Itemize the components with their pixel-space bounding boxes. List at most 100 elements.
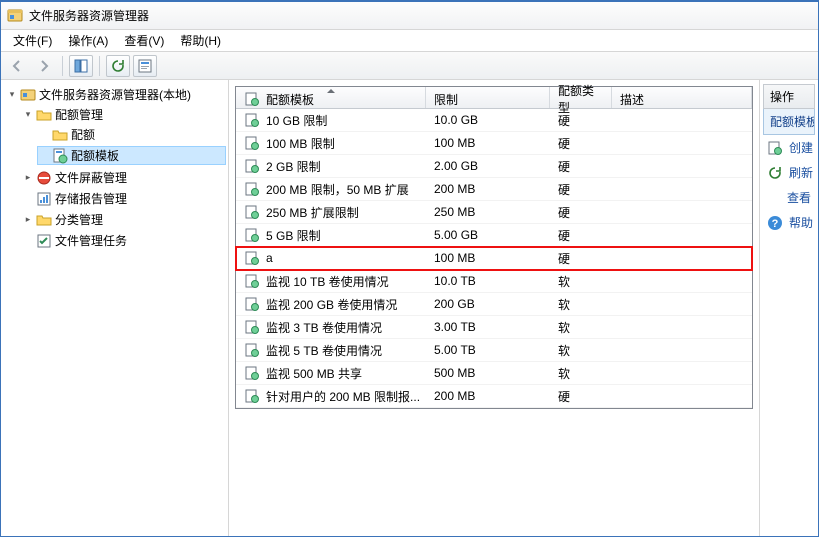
show-tree-button[interactable]: [69, 55, 93, 77]
cell-template: 100 MB 限制: [236, 135, 426, 152]
menu-file[interactable]: 文件(F): [5, 30, 60, 51]
table-row[interactable]: 监视 10 TB 卷使用情况 10.0 TB软: [236, 270, 752, 293]
template-icon: [244, 273, 260, 289]
table-row[interactable]: 监视 5 TB 卷使用情况5.00 TB软: [236, 339, 752, 362]
app-icon: [7, 8, 23, 24]
table-row[interactable]: 监视 500 MB 共享 500 MB软: [236, 362, 752, 385]
table-row[interactable]: 5 GB 限制5.00 GB硬: [236, 224, 752, 247]
template-icon: [244, 112, 260, 128]
template-icon: [244, 227, 260, 243]
fsrm-icon: [20, 87, 36, 103]
cell-type: 软: [550, 342, 612, 359]
cell-text: 针对用户的 200 MB 限制报...: [266, 388, 420, 405]
cell-template: 监视 200 GB 卷使用情况: [236, 296, 426, 313]
action-view[interactable]: 查看: [763, 185, 815, 210]
cell-type: 软: [550, 319, 612, 336]
template-icon: [244, 388, 260, 404]
titlebar: 文件服务器资源管理器: [1, 2, 818, 30]
expand-icon[interactable]: ▸: [23, 214, 33, 225]
tree-label: 配额模板: [71, 147, 119, 164]
tree-label: 文件屏蔽管理: [55, 169, 127, 186]
tree-quota-templates[interactable]: 配额模板: [37, 146, 226, 165]
cell-text: 监视 500 MB 共享: [266, 365, 362, 382]
cell-template: 监视 10 TB 卷使用情况: [236, 273, 426, 290]
cell-limit: 200 MB: [426, 389, 550, 403]
action-refresh[interactable]: 刷新: [763, 160, 815, 185]
col-desc[interactable]: 描述: [612, 87, 752, 108]
table-row[interactable]: 100 MB 限制 100 MB硬: [236, 132, 752, 155]
menu-action[interactable]: 操作(A): [60, 30, 116, 51]
cell-limit: 250 MB: [426, 205, 550, 219]
table-row[interactable]: 200 MB 限制，50 MB 扩展200 MB硬: [236, 178, 752, 201]
tree-quota[interactable]: 配额: [37, 125, 226, 144]
cell-type: 硬: [550, 204, 612, 221]
table-row[interactable]: 2 GB 限制2.00 GB硬: [236, 155, 752, 178]
shield-icon: [36, 170, 52, 186]
list-pane: 配额模板 限制 配额类型 描述 10 GB 限制10.0 GB硬100 MB 限…: [229, 80, 760, 536]
cell-type: 软: [550, 365, 612, 382]
cell-limit: 10.0 TB: [426, 274, 550, 288]
template-icon: [244, 91, 260, 107]
template-icon: [244, 250, 260, 266]
actions-pane: 操作 配额模板 创建 刷新 查看 ? 帮助: [760, 80, 818, 536]
template-icon: [244, 296, 260, 312]
folder-icon: [52, 127, 68, 143]
cell-type: 硬: [550, 135, 612, 152]
folder-icon: [36, 212, 52, 228]
tree-classification[interactable]: ▸ 分类管理: [21, 210, 226, 229]
collapse-icon[interactable]: ▾: [7, 89, 17, 100]
template-icon: [244, 181, 260, 197]
col-type[interactable]: 配额类型: [550, 87, 612, 108]
cell-text: 监视 3 TB 卷使用情况: [266, 319, 382, 336]
cell-type: 软: [550, 273, 612, 290]
collapse-icon[interactable]: ▾: [23, 109, 33, 120]
cell-type: 硬: [550, 388, 612, 405]
tree-file-tasks[interactable]: 文件管理任务: [21, 231, 226, 250]
cell-limit: 5.00 TB: [426, 343, 550, 357]
template-icon: [244, 204, 260, 220]
tree-root[interactable]: ▾ 文件服务器资源管理器(本地): [5, 85, 226, 104]
refresh-button[interactable]: [106, 55, 130, 77]
refresh-icon: [767, 165, 783, 181]
tree-storage-reports[interactable]: 存储报告管理: [21, 189, 226, 208]
cell-text: 250 MB 扩展限制: [266, 204, 359, 221]
folder-icon: [36, 107, 52, 123]
table-row[interactable]: 监视 3 TB 卷使用情况3.00 TB软: [236, 316, 752, 339]
window-title: 文件服务器资源管理器: [29, 7, 149, 24]
toolbar-separator: [62, 56, 63, 76]
cell-template: 监视 3 TB 卷使用情况: [236, 319, 426, 336]
properties-button[interactable]: [133, 55, 157, 77]
menu-help[interactable]: 帮助(H): [172, 30, 229, 51]
col-limit[interactable]: 限制: [426, 87, 550, 108]
menu-view[interactable]: 查看(V): [116, 30, 172, 51]
cell-text: 200 MB 限制，50 MB 扩展: [266, 181, 409, 198]
cell-limit: 500 MB: [426, 366, 550, 380]
tree-label: 分类管理: [55, 211, 103, 228]
action-create[interactable]: 创建: [763, 135, 815, 160]
table-row[interactable]: 监视 200 GB 卷使用情况200 GB软: [236, 293, 752, 316]
cell-template: 监视 5 TB 卷使用情况: [236, 342, 426, 359]
tree-quota-mgmt[interactable]: ▾ 配额管理: [21, 105, 226, 124]
cell-template: 200 MB 限制，50 MB 扩展: [236, 181, 426, 198]
cell-text: 监视 10 TB 卷使用情况: [266, 273, 389, 290]
table-row[interactable]: 10 GB 限制10.0 GB硬: [236, 109, 752, 132]
cell-template: a: [236, 250, 426, 266]
table-row[interactable]: 针对用户的 200 MB 限制报... 200 MB硬: [236, 385, 752, 408]
nav-back-button: [5, 55, 29, 77]
expand-icon[interactable]: ▸: [23, 172, 33, 183]
cell-template: 250 MB 扩展限制: [236, 204, 426, 221]
template-icon: [767, 140, 783, 156]
report-icon: [36, 191, 52, 207]
action-help[interactable]: ? 帮助: [763, 210, 815, 235]
col-template[interactable]: 配额模板: [236, 87, 426, 108]
table-row[interactable]: a100 MB硬: [236, 247, 752, 270]
cell-template: 监视 500 MB 共享: [236, 365, 426, 382]
table-row[interactable]: 250 MB 扩展限制 250 MB硬: [236, 201, 752, 224]
cell-limit: 100 MB: [426, 136, 550, 150]
tree-file-screen[interactable]: ▸ 文件屏蔽管理: [21, 168, 226, 187]
cell-text: a: [266, 251, 273, 265]
tree-pane: ▾ 文件服务器资源管理器(本地) ▾ 配额管理: [1, 80, 229, 536]
cell-text: 100 MB 限制: [266, 135, 335, 152]
template-icon: [244, 342, 260, 358]
cell-template: 10 GB 限制: [236, 112, 426, 129]
